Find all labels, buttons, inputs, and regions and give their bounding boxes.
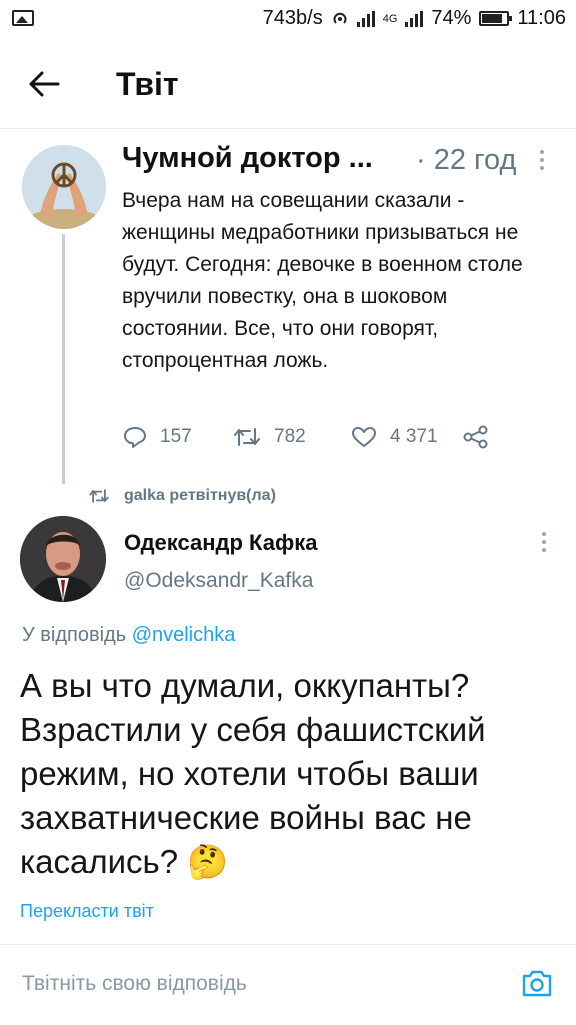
page-title: Твіт: [116, 66, 179, 102]
back-button[interactable]: [22, 64, 66, 104]
like-button[interactable]: 4 371: [350, 420, 438, 454]
more-icon: [538, 532, 550, 552]
hotspot-icon: [333, 12, 347, 24]
share-icon: [463, 425, 488, 449]
signal-icon: [356, 10, 375, 27]
avatar[interactable]: [22, 145, 106, 229]
reply-button[interactable]: 157: [122, 420, 192, 454]
retweet-button[interactable]: 782: [232, 420, 306, 454]
more-button[interactable]: [538, 532, 550, 556]
battery-icon: [479, 11, 513, 26]
tweet-actions: 157 782 4 371: [122, 420, 502, 454]
author-name[interactable]: Одександр Кафка: [124, 530, 317, 556]
tweet-time[interactable]: · 22 год: [416, 144, 516, 177]
author-handle[interactable]: @Odeksandr_Kafka: [124, 569, 313, 593]
retweet-count: 782: [274, 426, 306, 447]
retweet-icon: [234, 428, 260, 446]
signal-icon-2: [405, 10, 424, 27]
clock: 11:06: [517, 7, 566, 29]
thread-line: [62, 234, 65, 484]
status-bar: 743b/s 4G 74% 11:06: [0, 0, 576, 38]
more-button[interactable]: [536, 150, 548, 174]
compose-bar: [0, 944, 576, 1025]
peace-hands-avatar: [22, 145, 106, 229]
like-count: 4 371: [390, 426, 438, 447]
author-name[interactable]: Чумной доктор ...: [122, 142, 373, 175]
back-arrow-icon: [29, 71, 60, 97]
reply-input[interactable]: [22, 967, 482, 1001]
tweet-text: Вчера нам на совещании сказали - женщины…: [122, 189, 523, 372]
reply-count: 157: [160, 426, 192, 447]
reply-icon: [124, 427, 146, 448]
image-icon: [12, 10, 34, 26]
network-type: 4G: [382, 12, 398, 25]
battery-percent: 74%: [431, 7, 472, 29]
reply-to-link[interactable]: @nvelichka: [132, 624, 236, 646]
more-icon: [536, 150, 548, 170]
tweet-text: А вы что думали, оккупанты? Взрастили у …: [20, 667, 486, 880]
retweet-label[interactable]: galka ретвітнув(ла): [88, 484, 276, 508]
reply-prefix: У відповідь: [22, 624, 127, 646]
network-speed: 743b/s: [262, 7, 323, 29]
retweet-label-text: galka ретвітнув(ла): [124, 487, 276, 504]
reply-context: У відповідь @nvelichka: [22, 624, 235, 647]
status-right: 743b/s 4G 74% 11:06: [263, 7, 566, 30]
man-avatar: [20, 516, 106, 602]
camera-icon: [522, 970, 552, 997]
share-button[interactable]: [462, 420, 490, 454]
retweet-icon: [89, 489, 109, 503]
translate-link[interactable]: Перекласти твіт: [20, 901, 154, 922]
camera-button[interactable]: [520, 967, 554, 999]
app-header: Твіт: [0, 38, 576, 129]
like-icon: [352, 427, 376, 447]
avatar[interactable]: [20, 516, 106, 602]
